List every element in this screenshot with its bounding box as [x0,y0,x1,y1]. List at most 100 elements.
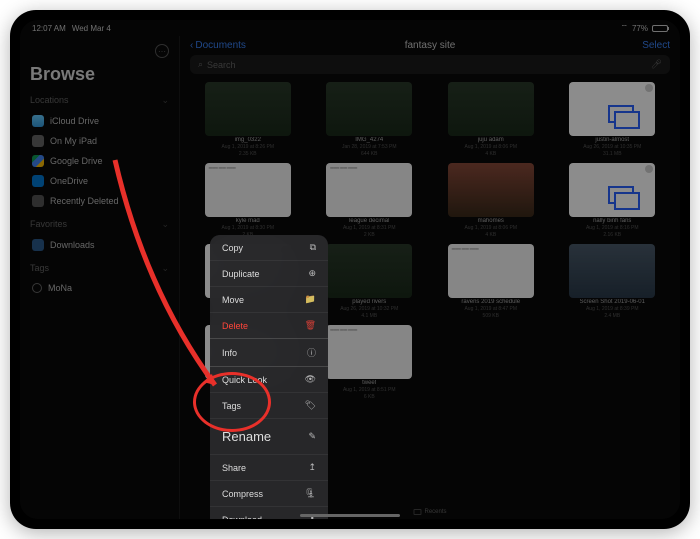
menu-item-compress[interactable]: Compress🗜 [210,481,328,507]
sidebar-item-downloads[interactable]: Downloads [30,235,169,255]
file-item[interactable]: nally binh fansAug 1, 2019 at 8:16 PM2.1… [555,163,671,238]
dock-label[interactable]: Recents [424,509,446,515]
status-time: 12:07 AM [32,24,66,33]
menu-label: Share [222,463,246,473]
sidebar-item-gdrive[interactable]: Google Drive [30,151,169,171]
move-icon: 📁 [305,294,316,305]
share-icon: ↥ [308,462,316,473]
menu-item-move[interactable]: Move 📁 [210,287,328,313]
file-thumbnail [569,163,655,217]
menu-item-download[interactable]: Download⬇ [210,507,328,519]
file-item[interactable]: played riversAug 26, 2019 at 10:32 PM4.1… [312,244,428,319]
locations-header[interactable]: Locations⌄ [30,95,169,106]
file-name: IMG_4274 [355,137,383,143]
menu-item-duplicate[interactable]: Duplicate ⊕ [210,261,328,287]
file-size: 4.1 MB [361,313,377,319]
file-date: Aug 26, 2019 at 10:32 PM [340,306,398,312]
menu-item-info[interactable]: Infoⓘ [210,339,328,367]
file-item[interactable]: IMG_4274Jan 28, 2019 at 7:53 PM644 KB [312,82,428,157]
sidebar-item-icloud[interactable]: iCloud Drive [30,111,169,131]
file-item[interactable]: ━━━━━ ━━━━ ━━━━━tweetAug 1, 2019 at 8:51… [312,325,428,400]
file-size: 2 KB [364,232,375,238]
menu-item-copy[interactable]: Copy⧉ [210,235,328,261]
select-button[interactable]: Select [642,40,670,51]
file-date: Jan 28, 2019 at 7:53 PM [342,144,396,150]
menu-label: Tags [222,401,241,411]
file-size: 6 KB [364,394,375,400]
sidebar-item-recentlydeleted[interactable]: Recently Deleted [30,191,169,211]
file-item[interactable]: Screen Shot 2019-06-01Aug 1, 2019 at 8:3… [555,244,671,319]
back-button[interactable]: ‹Documents [190,40,246,51]
file-name: juju adam [478,137,504,143]
sidebar-item-onmyipad[interactable]: On My iPad [30,131,169,151]
menu-label: Delete [222,321,248,331]
file-item[interactable]: ━━━━━ ━━━━ ━━━━━ravens 2019 scheduleAug … [433,244,549,319]
file-item[interactable]: img_0322Aug 1, 2019 at 8:26 PM2.35 KB [190,82,306,157]
menu-item-quick-look[interactable]: Quick Look👁 [210,367,328,393]
file-item[interactable]: juju adamAug 1, 2019 at 8:06 PM4 KB [433,82,549,157]
file-item[interactable]: ━━━━━ ━━━━ ━━━━━kyle madAug 1, 2019 at 8… [190,163,306,238]
file-name: nally binh fans [593,218,631,224]
file-thumbnail: ━━━━━ ━━━━ ━━━━━ [448,244,534,298]
file-item[interactable]: mahomesAug 1, 2019 at 8:06 PM4 KB [433,163,549,238]
menu-label: Duplicate [222,269,260,279]
folder-title: fantasy site [405,40,456,51]
file-date: Aug 1, 2019 at 8:51 PM [343,387,396,393]
chevron-left-icon: ‹ [190,40,193,51]
sidebar-item-tag[interactable]: MoNa [30,279,169,297]
ipad-icon [32,135,44,147]
file-date: Aug 1, 2019 at 8:26 PM [221,144,274,150]
browse-title: Browse [30,64,169,85]
status-bar: 12:07 AM Wed Mar 4 ⌔ 77% [20,20,680,36]
mic-icon[interactable]: 🎤︎ [651,59,662,70]
status-date: Wed Mar 4 [72,24,111,33]
tags-header[interactable]: Tags⌄ [30,263,169,274]
search-placeholder: Search [207,60,236,70]
file-size: 4 KB [485,151,496,157]
sidebar: ⋯ Browse Locations⌄ iCloud Drive On My i… [20,36,180,519]
file-thumbnail [326,82,412,136]
file-thumbnail [205,82,291,136]
file-name: img_0322 [235,137,261,143]
recents-icon[interactable] [413,509,421,515]
trash-icon [32,195,44,207]
file-size: 2.35 KB [239,151,257,157]
chevron-down-icon: ⌄ [161,95,169,106]
file-thumbnail [569,82,655,136]
file-date: Aug 1, 2019 at 8:31 PM [343,225,396,231]
file-thumbnail [326,244,412,298]
file-size: 509 KB [483,313,499,319]
battery-percent: 77% [632,24,648,33]
file-thumbnail: ━━━━━ ━━━━ ━━━━━ [326,163,412,217]
file-item[interactable]: justin-almostAug 26, 2019 at 10:35 PM31.… [555,82,671,157]
screen: 12:07 AM Wed Mar 4 ⌔ 77% ⋯ Browse Locati… [20,20,680,519]
more-icon[interactable]: ⋯ [155,44,169,58]
file-item[interactable]: ━━━━━ ━━━━ ━━━━━league decimalAug 1, 201… [312,163,428,238]
sidebar-item-onedrive[interactable]: OneDrive [30,171,169,191]
home-indicator[interactable] [300,514,400,517]
favorites-header[interactable]: Favorites⌄ [30,219,169,230]
file-thumbnail: ━━━━━ ━━━━ ━━━━━ [326,325,412,379]
delete-icon: 🗑 [305,320,316,331]
menu-item-rename[interactable]: Rename✎ [210,419,328,455]
menu-label: Move [222,295,244,305]
menu-item-share[interactable]: Share ↥ [210,455,328,481]
file-date: Aug 1, 2019 at 8:06 PM [464,144,517,150]
duplicate-icon: ⊕ [308,268,316,279]
file-size: 4 KB [485,232,496,238]
file-name: mahomes [478,218,504,224]
file-size: 644 KB [361,151,377,157]
menu-label: Rename [222,429,271,444]
file-size: 2.4 MB [604,313,620,319]
menu-item-tags[interactable]: Tags 🏷 [210,393,328,419]
menu-item-delete[interactable]: Delete 🗑 [210,313,328,339]
ipad-frame: 12:07 AM Wed Mar 4 ⌔ 77% ⋯ Browse Locati… [10,10,690,529]
tags-icon: 🏷 [305,400,316,411]
menu-label: Download [222,515,262,520]
chevron-down-icon: ⌄ [161,263,169,274]
onedrive-icon [32,175,44,187]
cloud-icon [32,115,44,127]
search-field[interactable]: ⌕ Search 🎤︎ [190,55,670,74]
menu-label: Info [222,348,237,358]
file-date: Aug 26, 2019 at 10:35 PM [583,144,641,150]
